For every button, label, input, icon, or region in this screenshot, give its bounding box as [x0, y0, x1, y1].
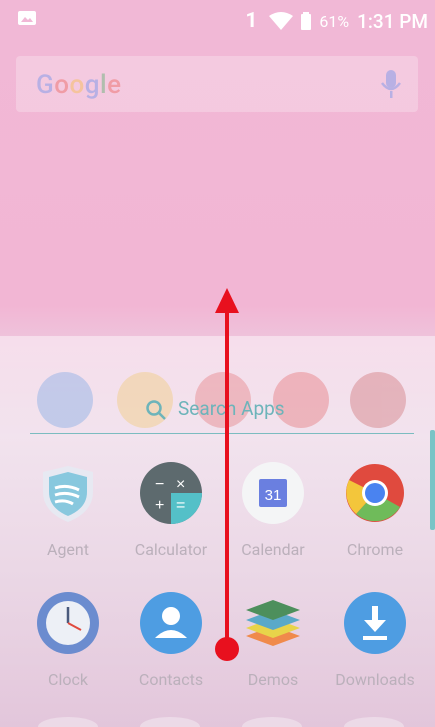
search-icon [146, 400, 166, 420]
calculator-icon: − × + = [140, 462, 202, 524]
contacts-icon [140, 592, 202, 654]
svg-text:=: = [176, 497, 185, 514]
calendar-date: 31 [265, 487, 282, 504]
battery-icon [301, 12, 312, 30]
app-label: Agent [47, 540, 89, 559]
sim-indicator: 1 [245, 9, 258, 33]
image-notification-icon [18, 11, 36, 25]
svg-text:×: × [176, 476, 185, 493]
app-label: Chrome [346, 540, 404, 559]
clock-icon [37, 592, 99, 654]
status-bar: 1 61% 1:31 PM [0, 0, 435, 42]
shield-icon [37, 462, 99, 524]
app-chrome[interactable]: Chrome [325, 462, 425, 559]
app-calculator[interactable]: − × + = Calculator [121, 462, 221, 559]
app-label: Calendar [241, 540, 305, 559]
chrome-icon [344, 462, 406, 524]
google-search-bar[interactable]: Google [16, 56, 418, 112]
google-logo: Google [36, 70, 122, 100]
app-label: Contacts [138, 670, 204, 689]
app-contacts[interactable]: Contacts [121, 592, 221, 689]
search-apps-field[interactable]: Search Apps [30, 389, 414, 434]
search-apps-placeholder: Search Apps [178, 397, 285, 420]
app-clock[interactable]: Clock [18, 592, 118, 689]
clock-time: 1:31 PM [357, 9, 428, 33]
mic-icon[interactable] [380, 69, 402, 99]
swipe-arrow-head [215, 288, 239, 313]
wifi-icon [269, 12, 294, 30]
app-downloads[interactable]: Downloads [325, 592, 425, 689]
download-icon [344, 592, 406, 654]
app-calendar[interactable]: 31 Calendar [223, 462, 323, 559]
calendar-icon: 31 [242, 462, 304, 524]
app-agent[interactable]: Agent [18, 462, 118, 559]
layers-icon [242, 592, 304, 654]
app-demos[interactable]: Demos [223, 592, 323, 689]
app-label: Clock [48, 670, 88, 689]
app-label: Calculator [134, 540, 208, 559]
bottom-ghost-row [38, 717, 404, 727]
drawer-scrollbar[interactable] [430, 430, 435, 530]
svg-text:+: + [155, 497, 164, 514]
svg-text:−: − [155, 476, 164, 493]
battery-percent: 61% [319, 11, 350, 31]
app-label: Downloads [335, 670, 415, 689]
app-label: Demos [247, 670, 299, 689]
